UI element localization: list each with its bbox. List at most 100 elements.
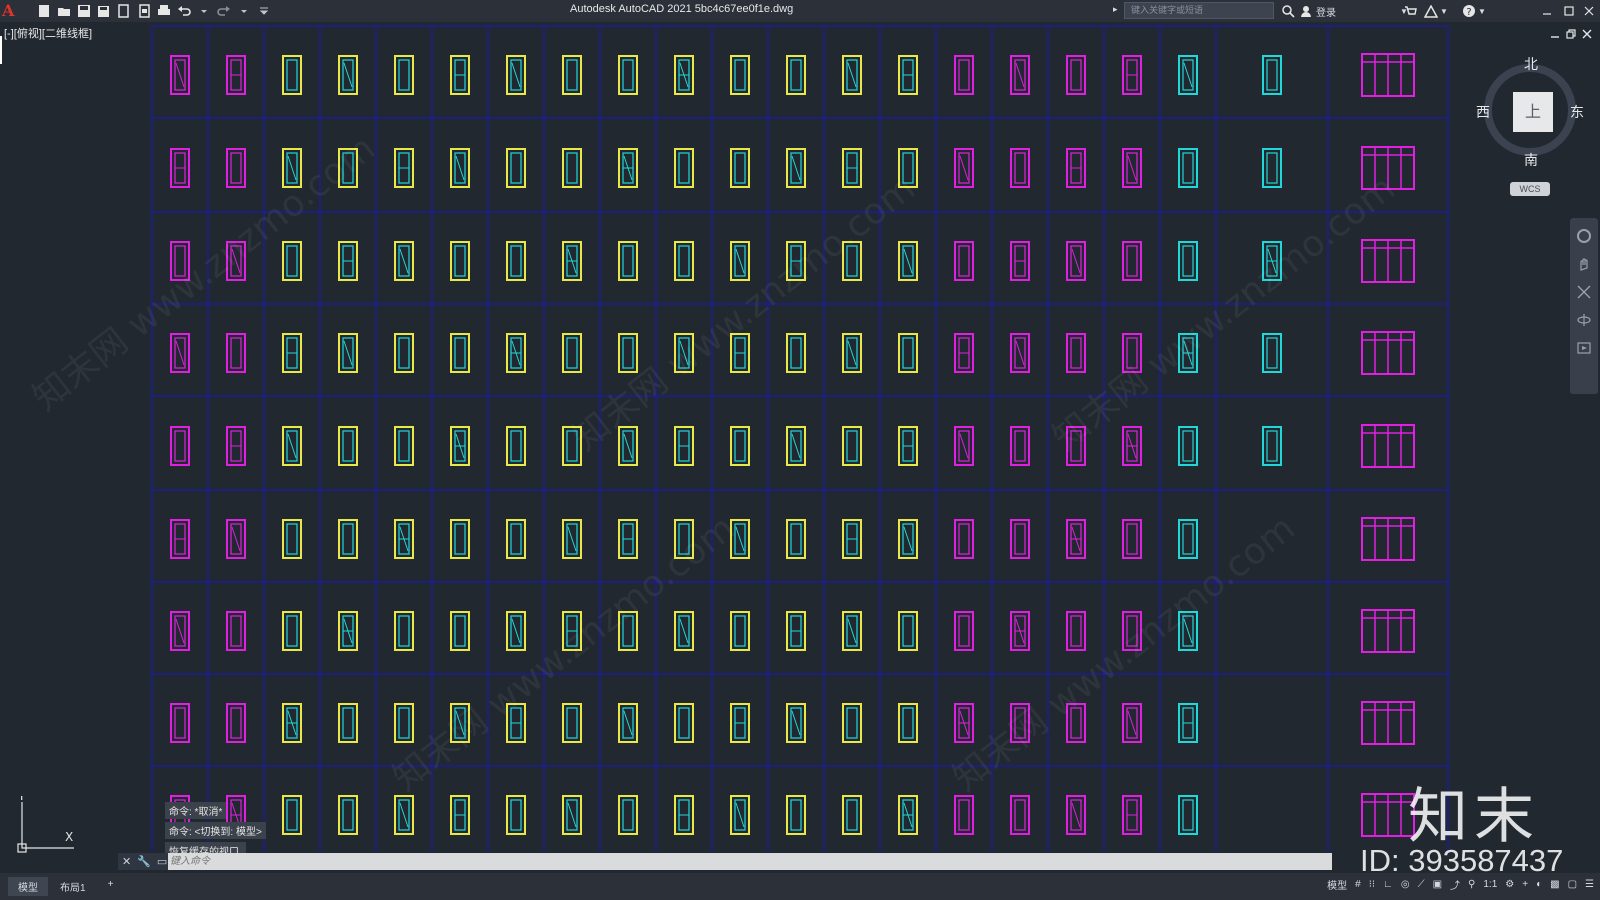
- door-block[interactable]: [170, 55, 190, 95]
- door-block[interactable]: [898, 426, 918, 466]
- door-block[interactable]: [1361, 239, 1415, 283]
- door-block[interactable]: [1361, 331, 1415, 375]
- door-block[interactable]: [450, 519, 470, 559]
- door-block[interactable]: [338, 426, 358, 466]
- door-block[interactable]: [282, 703, 302, 743]
- door-block[interactable]: [954, 241, 974, 281]
- door-block[interactable]: [338, 703, 358, 743]
- customize-toolbar-icon[interactable]: [256, 3, 272, 19]
- door-block[interactable]: [1178, 241, 1198, 281]
- door-block[interactable]: [506, 611, 526, 651]
- door-block[interactable]: [1178, 148, 1198, 188]
- door-block[interactable]: [1122, 426, 1142, 466]
- compass-east[interactable]: 东: [1570, 102, 1584, 122]
- isolate-objects-icon[interactable]: ◐: [1536, 879, 1542, 890]
- door-block[interactable]: [1361, 793, 1415, 837]
- object-snap-icon[interactable]: ▣: [1433, 879, 1442, 890]
- door-block[interactable]: [786, 703, 806, 743]
- new-file-icon[interactable]: [36, 3, 52, 19]
- close-command-line-icon[interactable]: ✕: [122, 855, 131, 868]
- door-block[interactable]: [450, 333, 470, 373]
- door-block[interactable]: [1178, 703, 1198, 743]
- door-block[interactable]: [226, 519, 246, 559]
- door-block[interactable]: [954, 55, 974, 95]
- autocad-logo-icon[interactable]: A: [2, 2, 20, 20]
- door-block[interactable]: [730, 55, 750, 95]
- door-block[interactable]: [226, 148, 246, 188]
- viewcube-top-face[interactable]: 上: [1513, 92, 1553, 132]
- isodraft-icon[interactable]: ⟋: [1418, 879, 1425, 890]
- door-block[interactable]: [338, 519, 358, 559]
- wcs-menu-button[interactable]: WCS: [1510, 182, 1550, 196]
- door-block[interactable]: [730, 426, 750, 466]
- save-web-icon[interactable]: [136, 3, 152, 19]
- viewport-controls-label[interactable]: [-][俯视][二维线框]: [4, 25, 92, 41]
- door-block[interactable]: [394, 611, 414, 651]
- door-block[interactable]: [282, 795, 302, 835]
- door-block[interactable]: [562, 241, 582, 281]
- sign-in-button[interactable]: 登录 ▼: [1300, 2, 1408, 20]
- save-icon[interactable]: [76, 3, 92, 19]
- door-block[interactable]: [1066, 519, 1086, 559]
- drawing-canvas[interactable]: [0, 22, 1600, 852]
- door-block[interactable]: [730, 148, 750, 188]
- door-block[interactable]: [450, 241, 470, 281]
- door-block[interactable]: [170, 148, 190, 188]
- door-block[interactable]: [674, 611, 694, 651]
- door-block[interactable]: [1122, 795, 1142, 835]
- door-block[interactable]: [1066, 795, 1086, 835]
- door-block[interactable]: [786, 426, 806, 466]
- hardware-acceleration-icon[interactable]: ▩: [1550, 879, 1559, 890]
- door-block[interactable]: [954, 795, 974, 835]
- door-block[interactable]: [450, 611, 470, 651]
- close-window-icon[interactable]: [1578, 0, 1600, 22]
- door-block[interactable]: [1066, 241, 1086, 281]
- door-block[interactable]: [898, 795, 918, 835]
- customize-command-icon[interactable]: 🔧: [137, 855, 151, 868]
- door-block[interactable]: [1010, 241, 1030, 281]
- door-block[interactable]: [618, 795, 638, 835]
- door-block[interactable]: [226, 426, 246, 466]
- door-block[interactable]: [786, 519, 806, 559]
- door-block[interactable]: [842, 795, 862, 835]
- door-block[interactable]: [394, 795, 414, 835]
- door-block[interactable]: [226, 55, 246, 95]
- open-web-icon[interactable]: [116, 3, 132, 19]
- door-block[interactable]: [1066, 333, 1086, 373]
- door-block[interactable]: [1010, 426, 1030, 466]
- door-block[interactable]: [1010, 333, 1030, 373]
- door-block[interactable]: [338, 611, 358, 651]
- door-block[interactable]: [786, 611, 806, 651]
- autodesk-a360-icon[interactable]: ▼: [1424, 2, 1448, 20]
- door-block[interactable]: [450, 426, 470, 466]
- door-block[interactable]: [1010, 148, 1030, 188]
- orbit-icon[interactable]: [1576, 312, 1592, 328]
- door-block[interactable]: [170, 519, 190, 559]
- help-icon[interactable]: ? ▼: [1462, 2, 1486, 20]
- door-block[interactable]: [1010, 55, 1030, 95]
- door-block[interactable]: [842, 55, 862, 95]
- door-block[interactable]: [506, 519, 526, 559]
- undo-icon[interactable]: [176, 3, 192, 19]
- drawing-minimize-icon[interactable]: [1550, 26, 1560, 38]
- annotation-visibility-icon[interactable]: ⤴: [1450, 877, 1460, 892]
- door-block[interactable]: [562, 795, 582, 835]
- door-block[interactable]: [730, 611, 750, 651]
- door-block[interactable]: [1178, 426, 1198, 466]
- door-block[interactable]: [842, 333, 862, 373]
- door-block[interactable]: [786, 55, 806, 95]
- door-block[interactable]: [338, 333, 358, 373]
- tab-model[interactable]: 模型: [8, 877, 48, 896]
- door-block[interactable]: [506, 426, 526, 466]
- door-block[interactable]: [282, 426, 302, 466]
- search-expand-icon[interactable]: ▸: [1113, 4, 1118, 15]
- door-block[interactable]: [394, 333, 414, 373]
- door-block[interactable]: [450, 795, 470, 835]
- door-block[interactable]: [338, 55, 358, 95]
- command-input[interactable]: [168, 855, 1272, 868]
- door-block[interactable]: [1262, 333, 1282, 373]
- add-icon[interactable]: +: [1522, 879, 1528, 890]
- door-block[interactable]: [954, 426, 974, 466]
- door-block[interactable]: [898, 703, 918, 743]
- customization-menu-icon[interactable]: ☰: [1585, 879, 1594, 890]
